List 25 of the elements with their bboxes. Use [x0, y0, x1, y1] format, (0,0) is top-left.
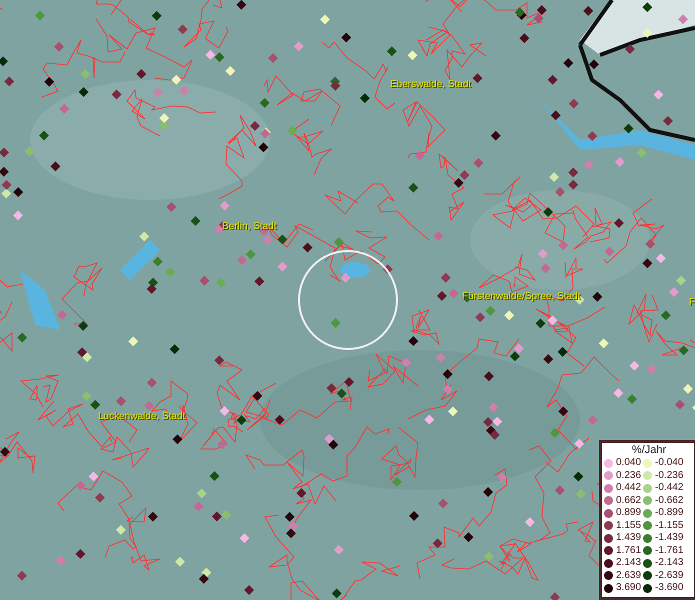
legend-value: -1.155: [655, 520, 684, 532]
legend-value: 1.439: [616, 532, 642, 544]
legend-title: %/Jahr: [630, 443, 668, 457]
legend-value: -3.690: [655, 582, 684, 594]
legend-value: 0.662: [616, 494, 642, 507]
place-label: F: [689, 297, 695, 308]
legend-value: -1.439: [655, 532, 684, 544]
legend-value: -0.662: [655, 494, 684, 507]
legend-value: 3.690: [616, 582, 642, 594]
legend-value: 0.899: [616, 507, 642, 520]
legend-value: -0.442: [655, 482, 684, 494]
legend-value: 0.236: [616, 470, 642, 482]
legend-value: 1.761: [616, 544, 642, 557]
legend-value: -0.040: [655, 457, 684, 470]
legend-value: -2.143: [655, 557, 684, 570]
legend-value: -0.899: [655, 507, 684, 520]
legend-value: -2.639: [655, 570, 684, 582]
legend-value: 2.639: [616, 570, 642, 582]
legend-value: -1.761: [655, 544, 684, 557]
legend-value: -0.236: [655, 470, 684, 482]
legend-value: 0.040: [616, 457, 642, 470]
place-label: Eberswalde, Stadt: [390, 79, 472, 90]
legend-value: 0.442: [616, 482, 642, 494]
legend-value: 1.155: [616, 520, 642, 532]
legend-value: 2.143: [616, 557, 642, 570]
